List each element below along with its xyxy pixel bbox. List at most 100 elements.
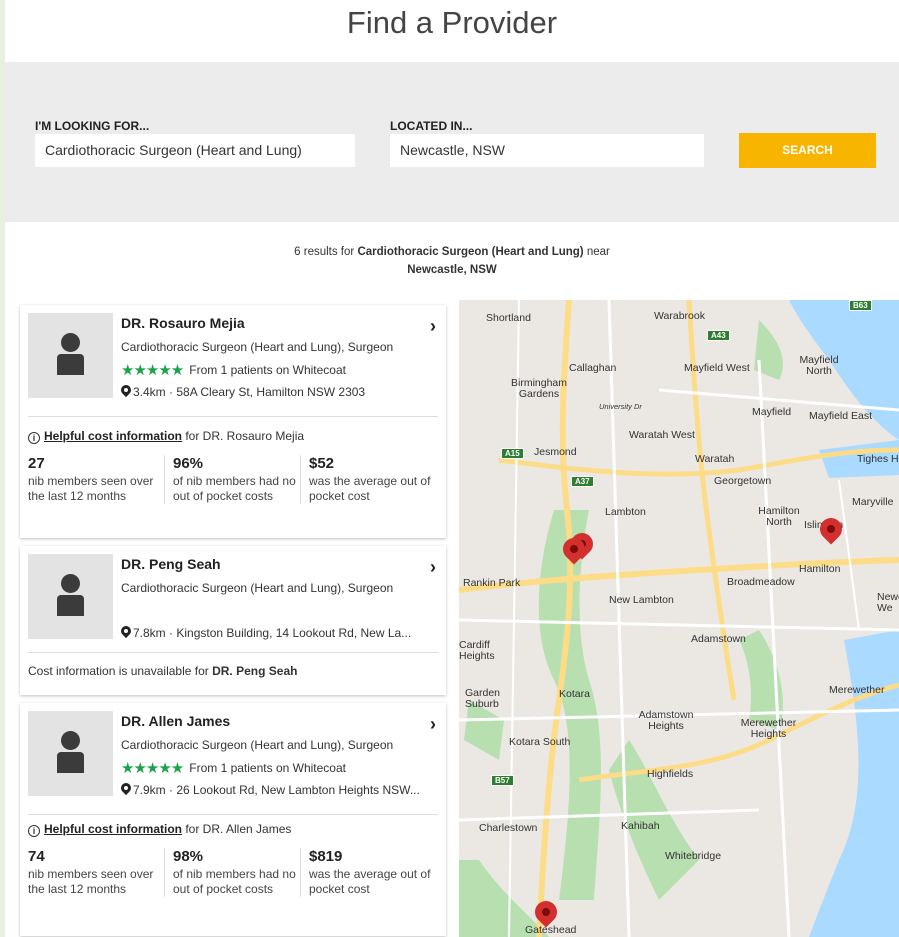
stat-members-seen: 74 nib members seen over the last 12 mon… — [28, 848, 165, 897]
located-in-label: LOCATED IN... — [390, 119, 473, 133]
map-label: Jesmond — [534, 446, 577, 458]
provider-address: Kingston Building, 14 Lookout Rd, New La… — [176, 626, 412, 640]
stat-average-cost: $52 was the average out of pocket cost — [300, 455, 437, 504]
divider — [28, 652, 438, 653]
map-label: Mayfield West — [684, 362, 750, 374]
provider-specialty: Cardiothoracic Surgeon (Heart and Lung),… — [121, 581, 394, 595]
map-label: Cardiff Heights — [459, 639, 495, 662]
map-label: Broadmeadow — [727, 576, 795, 588]
provider-location: 7.9km · 26 Lookout Rd, New Lambton Heigh… — [121, 783, 420, 797]
stat-no-out-of-pocket: 98% of nib members had no out of pocket … — [164, 848, 301, 897]
map-label: Charlestown — [479, 822, 538, 834]
stat-description: nib members seen over the last 12 months — [28, 474, 154, 503]
location-pin-icon — [121, 783, 131, 795]
provider-distance: 7.9km — [133, 783, 166, 797]
provider-location: 7.8km · Kingston Building, 14 Lookout Rd… — [121, 626, 411, 640]
cost-for-text: for DR. Rosauro Mejia — [182, 429, 305, 443]
provider-location: 3.4km · 58A Cleary St, Hamilton NSW 2303 — [121, 385, 365, 399]
provider-distance: 3.4km — [133, 385, 166, 399]
location-pin-icon — [121, 626, 131, 638]
cost-info-link[interactable]: Helpful cost information — [44, 429, 182, 443]
provider-card[interactable]: DR. Rosauro Mejia › Cardiothoracic Surge… — [20, 305, 446, 538]
near-text: near — [583, 246, 610, 258]
map-label: Waratah West — [629, 429, 695, 441]
map-label: Hamilton — [799, 563, 841, 575]
map-label: Adamstown — [691, 633, 746, 645]
map-label: Georgetown — [714, 475, 772, 487]
map-label: Mayfield — [752, 406, 792, 418]
chevron-right-icon[interactable]: › — [430, 557, 436, 578]
map-label: Rankin Park — [463, 577, 521, 589]
looking-for-label: I'M LOOKING FOR... — [35, 119, 150, 133]
map-label: Newc We — [877, 591, 899, 614]
cost-header: i Helpful cost information for DR. Rosaur… — [28, 429, 304, 444]
provider-specialty: Cardiothoracic Surgeon (Heart and Lung),… — [121, 340, 394, 354]
provider-specialty: Cardiothoracic Surgeon (Heart and Lung),… — [121, 738, 394, 752]
chevron-right-icon[interactable]: › — [430, 316, 436, 337]
location-input[interactable]: Newcastle, NSW — [390, 134, 704, 167]
provider-address: 58A Cleary St, Hamilton NSW 2303 — [176, 385, 366, 399]
provider-card[interactable]: DR. Peng Seah › Cardiothoracic Surgeon (… — [20, 546, 446, 695]
stat-members-seen: 27 nib members seen over the last 12 mon… — [28, 455, 165, 504]
search-button[interactable]: SEARCH — [739, 133, 876, 168]
results-for-text: results for — [300, 246, 358, 258]
map-label: Hamilton North — [758, 505, 800, 528]
map-label: Waratah — [695, 453, 735, 465]
map-label: Maryville — [852, 496, 894, 508]
map-label: Lambton — [605, 506, 646, 518]
avatar — [28, 711, 113, 796]
search-panel: I'M LOOKING FOR... Cardiothoracic Surgeo… — [5, 62, 899, 222]
map-label: Merewether Heights — [740, 717, 797, 740]
unavailable-text: Cost information is unavailable for — [28, 664, 213, 678]
provider-name[interactable]: DR. Allen James — [121, 713, 230, 729]
map-label: Gateshead — [525, 924, 577, 936]
unavailable-name: DR. Peng Seah — [212, 664, 298, 678]
map-label: University Dr — [599, 402, 642, 411]
map-label: Garden Suburb — [465, 687, 501, 710]
stat-description: of nib members had no out of pocket cost… — [173, 867, 296, 896]
rating: ★★★★★ From 1 patients on Whitecoat — [121, 361, 346, 379]
road-shield: A15 — [501, 448, 524, 459]
map-label: Kotara South — [509, 736, 571, 748]
stat-value: 27 — [28, 455, 45, 472]
map-label: Kotara — [559, 688, 590, 700]
stat-average-cost: $819 was the average out of pocket cost — [300, 848, 437, 897]
cost-info-link[interactable]: Helpful cost information — [44, 822, 182, 836]
results-summary: 6 results for Cardiothoracic Surgeon (He… — [5, 243, 899, 279]
map-label: Callaghan — [569, 362, 617, 374]
provider-card[interactable]: DR. Allen James › Cardiothoracic Surgeon… — [20, 703, 446, 936]
map-label: Highfields — [647, 768, 694, 780]
page-title: Find a Provider — [346, 5, 558, 40]
map-label: Birmingham Gardens — [510, 377, 568, 400]
stat-description: nib members seen over the last 12 months — [28, 867, 154, 896]
map-label: Kahibah — [621, 820, 660, 832]
rating-text: From 1 patients on Whitecoat — [189, 761, 346, 775]
chevron-right-icon[interactable]: › — [430, 714, 436, 735]
cost-header: i Helpful cost information for DR. Allen … — [28, 822, 291, 837]
info-icon: i — [28, 825, 40, 837]
map-label: Mayfield North — [799, 354, 839, 377]
map[interactable]: Shortland Warabrook Callaghan Mayfield W… — [459, 300, 899, 937]
cost-unavailable: Cost information is unavailable for DR. … — [28, 664, 297, 678]
stat-description: of nib members had no out of pocket cost… — [173, 474, 296, 503]
location-pin-icon — [121, 385, 131, 397]
provider-distance: 7.8km — [133, 626, 166, 640]
road-shield: B57 — [491, 775, 514, 786]
avatar — [28, 554, 113, 639]
stat-description: was the average out of pocket cost — [309, 867, 431, 896]
stat-value: 96% — [173, 455, 204, 472]
provider-name[interactable]: DR. Peng Seah — [121, 556, 221, 572]
map-label: Warabrook — [654, 310, 705, 322]
stat-value: 74 — [28, 848, 45, 865]
provider-address: 26 Lookout Rd, New Lambton Heights NSW..… — [176, 783, 420, 797]
stat-no-out-of-pocket: 96% of nib members had no out of pocket … — [164, 455, 301, 504]
road-shield: A37 — [571, 476, 594, 487]
page: Find a Provider I'M LOOKING FOR... Cardi… — [5, 0, 899, 937]
cost-for-text: for DR. Allen James — [182, 822, 292, 836]
provider-name[interactable]: DR. Rosauro Mejia — [121, 315, 245, 331]
results-specialty: Cardiothoracic Surgeon (Heart and Lung) — [357, 246, 584, 258]
specialty-input[interactable]: Cardiothoracic Surgeon (Heart and Lung) — [35, 134, 355, 167]
map-label: New Lambton — [609, 594, 674, 606]
star-rating-icon: ★★★★★ — [121, 760, 184, 777]
stat-value: $52 — [309, 455, 335, 472]
